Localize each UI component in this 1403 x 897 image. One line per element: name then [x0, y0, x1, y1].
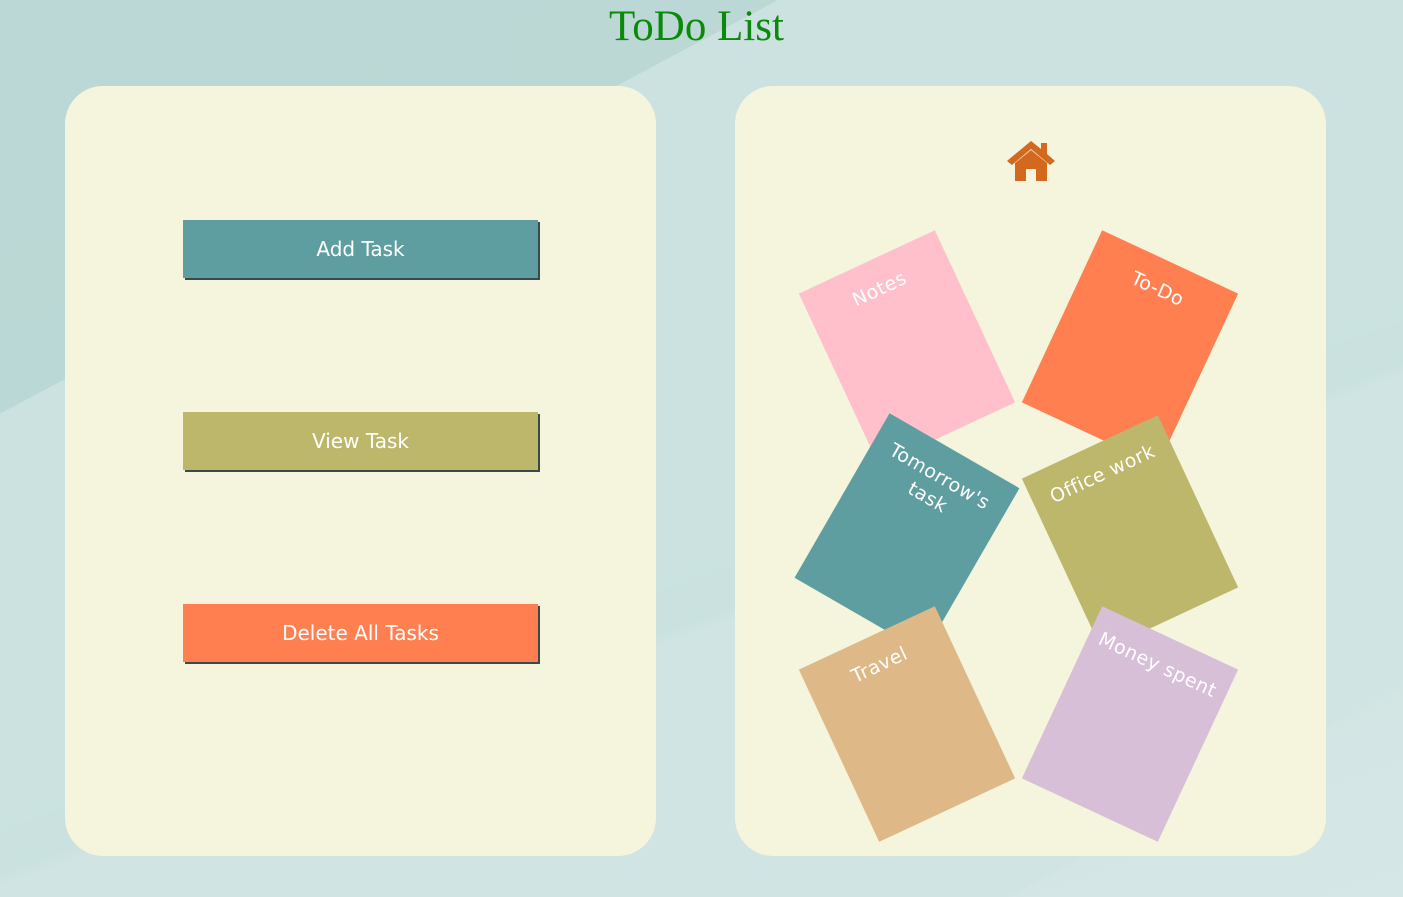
note-label: Money spent: [1094, 628, 1220, 703]
delete-all-tasks-button[interactable]: Delete All Tasks: [183, 604, 538, 662]
page-title: ToDo List: [609, 3, 784, 50]
view-task-button[interactable]: View Task: [183, 412, 538, 470]
note-card-office-work[interactable]: Office work: [1021, 415, 1239, 651]
note-label: Tomorrow's task: [885, 439, 994, 518]
note-label: Notes: [848, 266, 911, 312]
note-label: Travel: [847, 642, 912, 688]
note-card-tomorrows-task[interactable]: Tomorrow's task: [794, 413, 1020, 653]
categories-panel: Notes To-Do Tomorrow's task Office work …: [735, 86, 1326, 856]
note-card-money-spent[interactable]: Money spent: [1021, 606, 1239, 842]
actions-panel: Add Task View Task Delete All Tasks: [65, 86, 656, 856]
note-label: Office work: [1046, 440, 1159, 508]
note-label: To-Do: [1127, 267, 1188, 311]
home-icon[interactable]: [1005, 138, 1057, 182]
note-card-travel[interactable]: Travel: [798, 606, 1016, 842]
add-task-button[interactable]: Add Task: [183, 220, 538, 278]
